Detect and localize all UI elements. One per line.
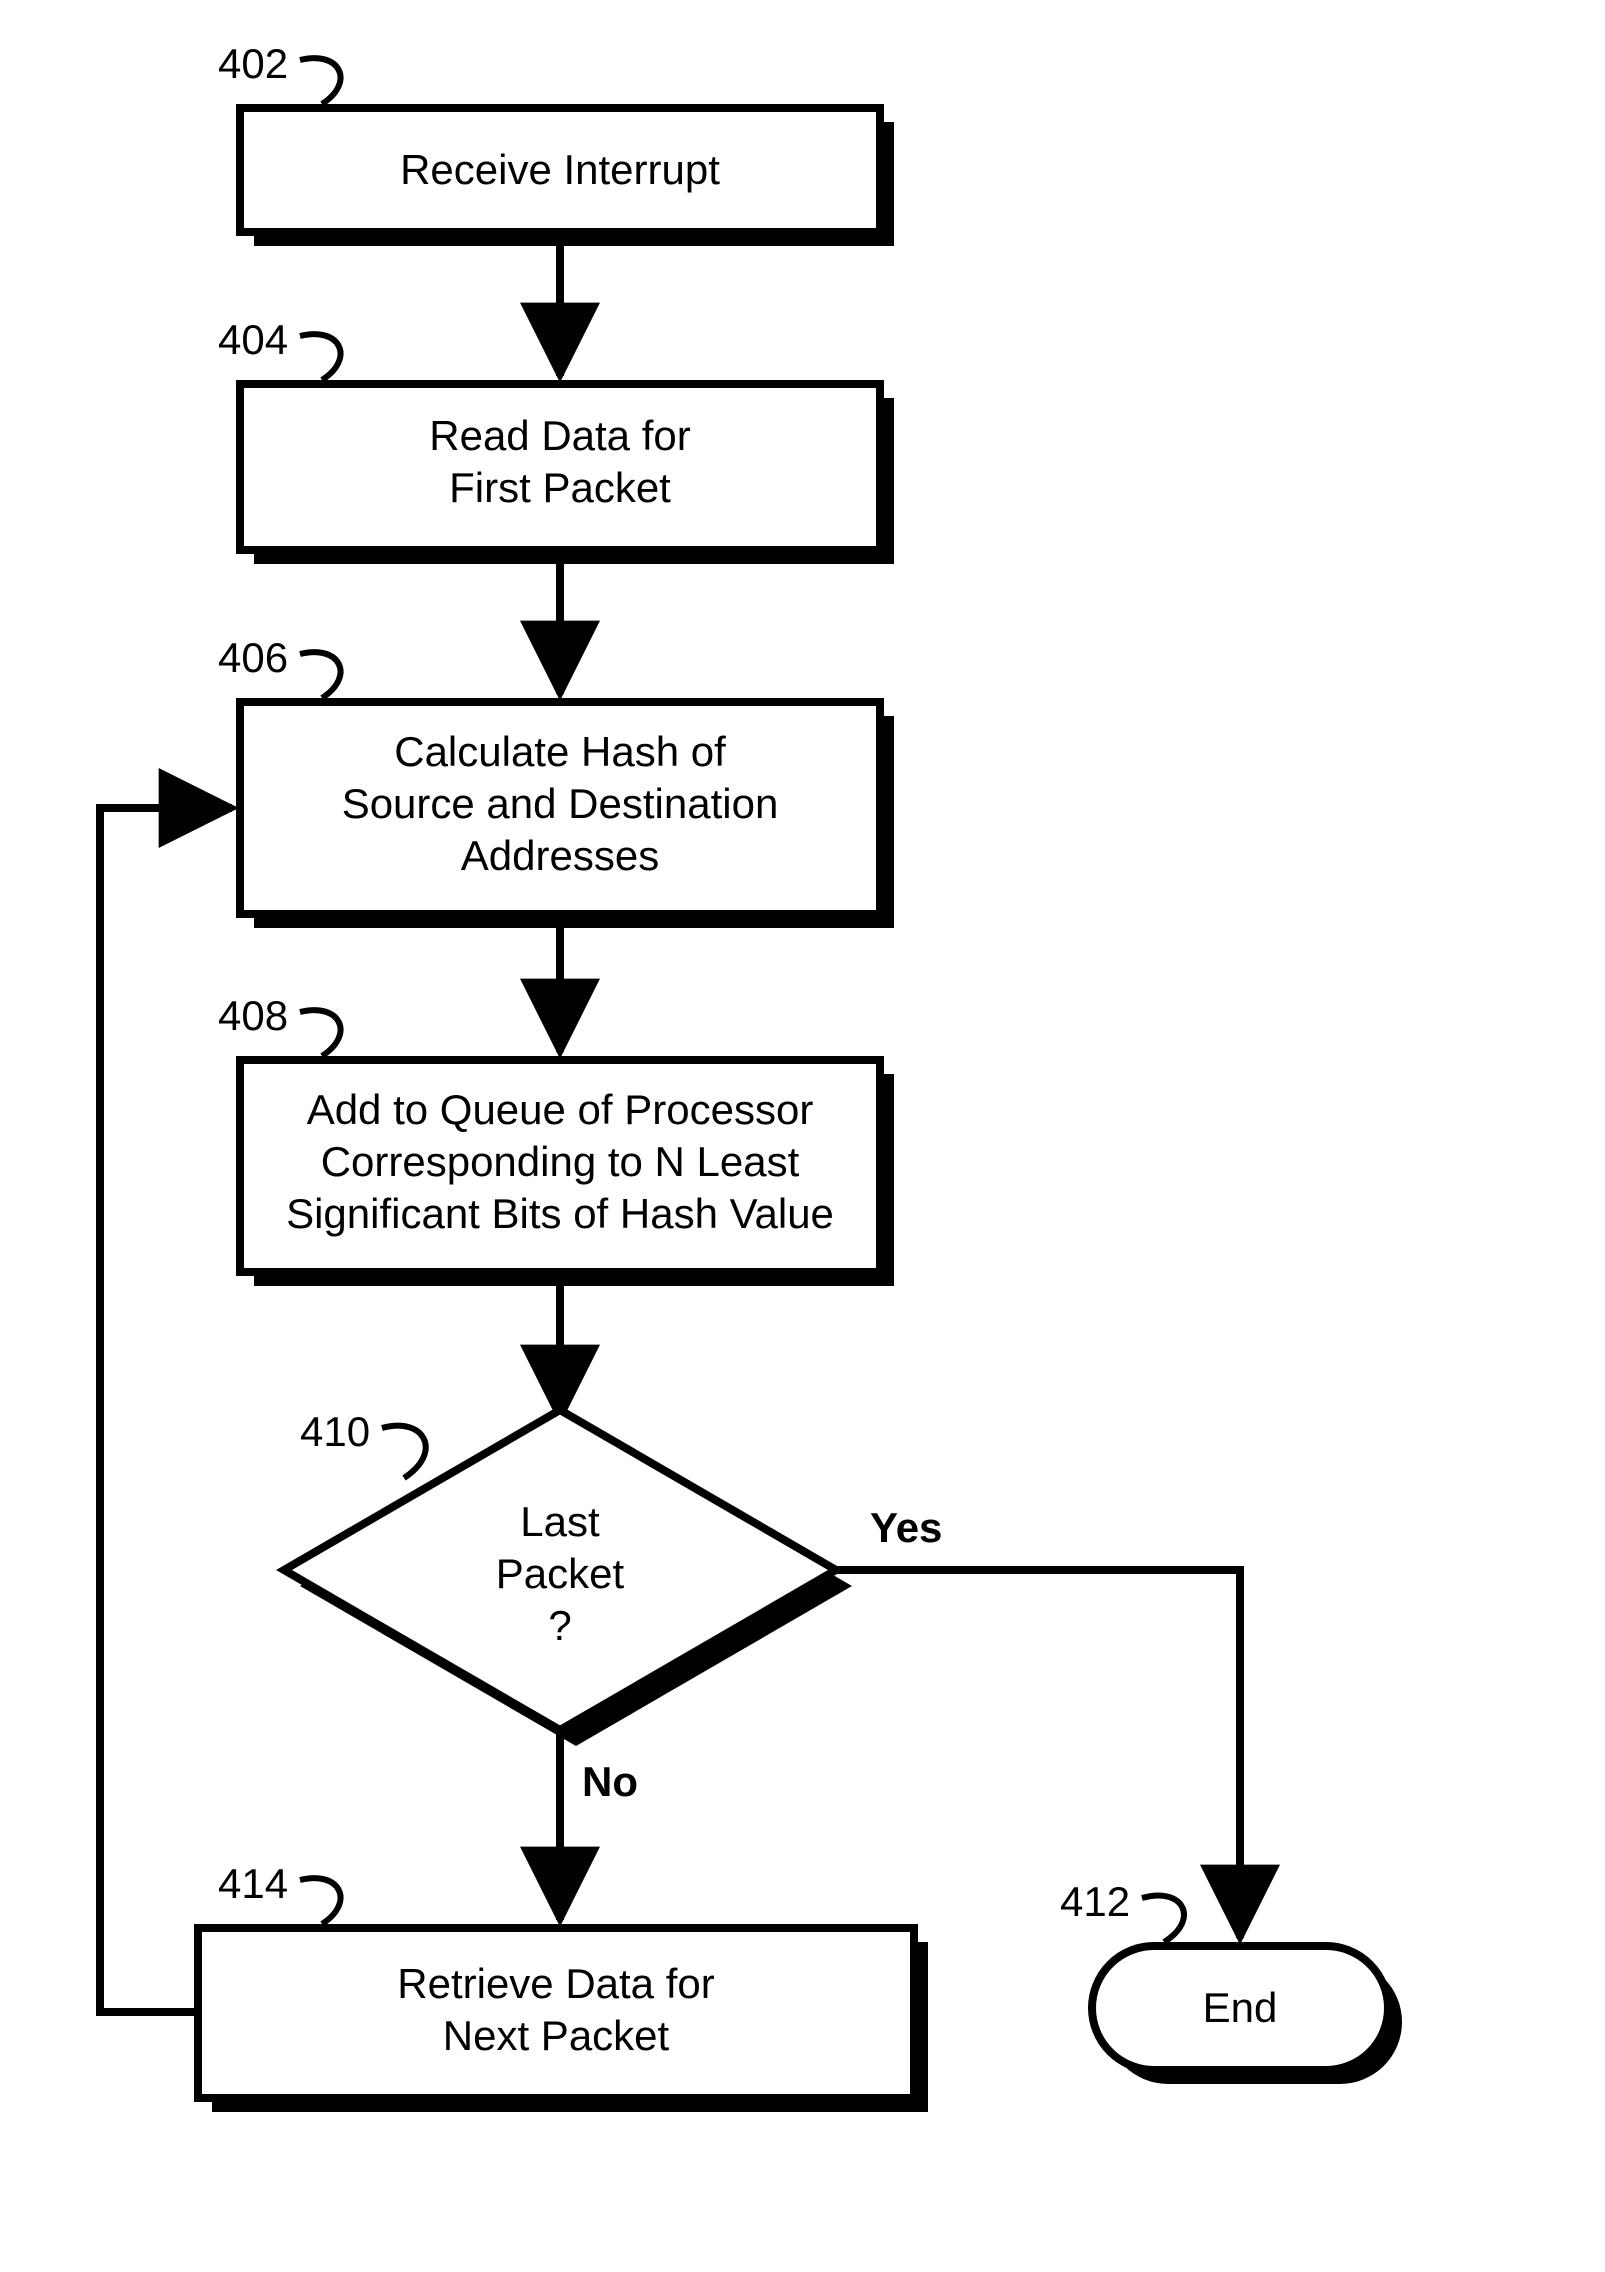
node-410-text-1: Last: [520, 1498, 600, 1545]
ref-406: 406: [218, 634, 341, 698]
node-414-text-1: Retrieve Data for: [397, 1960, 714, 2007]
edge-414-406-loop: [100, 808, 232, 2012]
node-406-text-3: Addresses: [461, 832, 659, 879]
node-412-text: End: [1203, 1984, 1278, 2031]
node-410-text-2: Packet: [496, 1550, 625, 1597]
node-404-text-2: First Packet: [449, 464, 671, 511]
node-406-text-2: Source and Destination: [342, 780, 779, 827]
node-404: Read Data for First Packet: [240, 384, 894, 564]
ref-410: 410: [300, 1408, 426, 1478]
node-414: Retrieve Data for Next Packet: [198, 1928, 928, 2112]
flowchart: Receive Interrupt 402 Read Data for Firs…: [0, 0, 1605, 2272]
node-402-text: Receive Interrupt: [400, 146, 720, 193]
edge-410-yes: Yes: [836, 1504, 1240, 1938]
ref-408: 408: [218, 992, 341, 1056]
node-408-text-3: Significant Bits of Hash Value: [286, 1190, 834, 1237]
edge-410-yes-label: Yes: [870, 1504, 942, 1551]
node-404-text-1: Read Data for: [429, 412, 690, 459]
node-412: End: [1092, 1946, 1402, 2084]
node-408-text-2: Corresponding to N Least: [321, 1138, 800, 1185]
svg-text:414: 414: [218, 1860, 288, 1907]
node-406: Calculate Hash of Source and Destination…: [240, 702, 894, 928]
edge-410-no-label: No: [582, 1758, 638, 1805]
svg-text:402: 402: [218, 40, 288, 87]
svg-text:406: 406: [218, 634, 288, 681]
node-410: Last Packet ?: [284, 1410, 852, 1746]
node-402: Receive Interrupt: [240, 108, 894, 246]
svg-text:404: 404: [218, 316, 288, 363]
node-408: Add to Queue of Processor Corresponding …: [240, 1060, 894, 1286]
svg-text:410: 410: [300, 1408, 370, 1455]
ref-404: 404: [218, 316, 341, 380]
ref-412: 412: [1060, 1878, 1184, 1942]
node-414-text-2: Next Packet: [443, 2012, 670, 2059]
node-406-text-1: Calculate Hash of: [394, 728, 726, 775]
svg-text:412: 412: [1060, 1878, 1130, 1925]
svg-text:408: 408: [218, 992, 288, 1039]
edge-410-no: No: [560, 1730, 638, 1920]
ref-414: 414: [218, 1860, 341, 1924]
node-408-text-1: Add to Queue of Processor: [307, 1086, 814, 1133]
node-410-text-3: ?: [548, 1602, 571, 1649]
ref-402: 402: [218, 40, 341, 104]
